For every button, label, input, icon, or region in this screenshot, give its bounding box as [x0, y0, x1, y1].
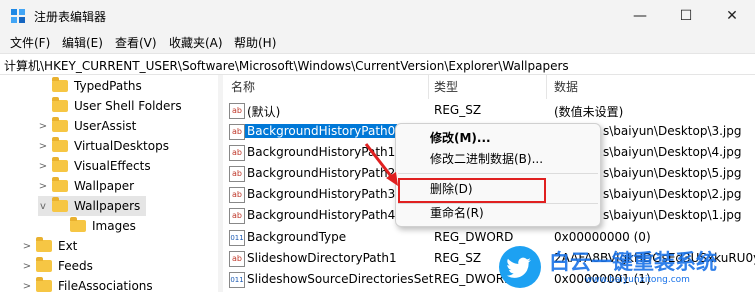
context-menu: 修改(M)... 修改二进制数据(B)... 删除(D) 重命名(R) [395, 123, 601, 227]
tree-item[interactable]: User Shell Folders [38, 96, 218, 116]
watermark: 白云一键重装系统 www.baiyunxitong.com [495, 242, 755, 292]
string-value-icon: ab [229, 124, 245, 140]
column-divider[interactable] [428, 75, 429, 99]
tree-item[interactable]: > Wallpaper [38, 176, 218, 196]
menu-file[interactable]: 文件(F) [10, 34, 50, 51]
collapse-chevron-icon[interactable]: v [38, 201, 48, 212]
address-bar[interactable]: 计算机\HKEY_CURRENT_USER\Software\Microsoft… [0, 53, 755, 75]
tree-item[interactable]: > UserAssist [38, 116, 218, 136]
tree-item-selected[interactable]: v Wallpapers [38, 196, 146, 216]
folder-icon [52, 117, 68, 132]
folder-icon [52, 77, 68, 92]
folder-icon [70, 217, 86, 232]
pointer-arrow-icon [364, 143, 398, 186]
menu-separator [398, 203, 598, 204]
expand-chevron-icon[interactable]: > [22, 261, 32, 272]
column-divider[interactable] [546, 75, 547, 99]
tree-item[interactable]: > FileAssociations [22, 276, 212, 292]
watermark-title: 白云一键重装系统 [549, 250, 717, 274]
regedit-icon [10, 8, 26, 24]
tree-item[interactable]: TypedPaths [38, 76, 218, 96]
tree-item[interactable]: > VisualEffects [38, 156, 218, 176]
folder-icon [36, 257, 52, 272]
menu-edit[interactable]: 编辑(E) [62, 34, 103, 51]
watermark-url: www.baiyunxitong.com [585, 275, 690, 285]
folder-icon [52, 157, 68, 172]
minimize-button[interactable]: — [617, 0, 663, 32]
binary-value-icon: 011 [229, 230, 245, 246]
string-value-icon: ab [229, 208, 245, 224]
folder-icon [52, 137, 68, 152]
tree-item[interactable]: > Feeds [22, 256, 212, 276]
menu-help[interactable]: 帮助(H) [234, 34, 276, 51]
column-header-name[interactable]: 名称 [231, 75, 255, 99]
value-row[interactable]: ab (默认) REG_SZ (数值未设置) [223, 100, 755, 121]
expand-chevron-icon[interactable]: > [38, 141, 48, 152]
menu-separator [398, 173, 598, 174]
column-header-type[interactable]: 类型 [434, 75, 458, 99]
folder-icon [52, 177, 68, 192]
tree-item[interactable]: > Ext [22, 236, 212, 256]
string-value-icon: ab [229, 187, 245, 203]
expand-chevron-icon[interactable]: > [22, 281, 32, 292]
string-value-icon: ab [229, 103, 245, 119]
title-bar: 注册表编辑器 — ☐ ✕ [0, 0, 755, 32]
expand-chevron-icon[interactable]: > [38, 181, 48, 192]
expand-chevron-icon[interactable]: > [22, 241, 32, 252]
twitter-bird-logo [499, 246, 541, 288]
folder-icon [52, 97, 68, 112]
close-button[interactable]: ✕ [709, 0, 755, 32]
string-value-icon: ab [229, 145, 245, 161]
context-rename[interactable]: 重命名(R) [430, 203, 484, 223]
highlight-box [398, 178, 546, 203]
maximize-button[interactable]: ☐ [663, 0, 709, 32]
menu-favorites[interactable]: 收藏夹(A) [169, 34, 223, 51]
folder-open-icon [52, 197, 68, 212]
menu-view[interactable]: 查看(V) [115, 34, 157, 51]
window-title: 注册表编辑器 [34, 10, 107, 24]
tree-item[interactable]: Images [56, 216, 216, 236]
key-tree[interactable]: TypedPaths User Shell Folders > UserAssis… [0, 75, 218, 292]
binary-value-icon: 011 [229, 272, 245, 288]
address-path[interactable]: 计算机\HKEY_CURRENT_USER\Software\Microsoft… [4, 57, 569, 74]
tree-item[interactable]: > VirtualDesktops [38, 136, 218, 156]
menu-bar: 文件(F) 编辑(E) 查看(V) 收藏夹(A) 帮助(H) [0, 32, 755, 52]
context-modify[interactable]: 修改(M)... [430, 128, 491, 148]
folder-icon [36, 237, 52, 252]
context-modify-binary[interactable]: 修改二进制数据(B)... [430, 149, 543, 169]
folder-icon [36, 277, 52, 292]
string-value-icon: ab [229, 166, 245, 182]
string-value-icon: ab [229, 251, 245, 267]
expand-chevron-icon[interactable]: > [38, 161, 48, 172]
column-header-data[interactable]: 数据 [554, 75, 578, 99]
expand-chevron-icon[interactable]: > [38, 121, 48, 132]
